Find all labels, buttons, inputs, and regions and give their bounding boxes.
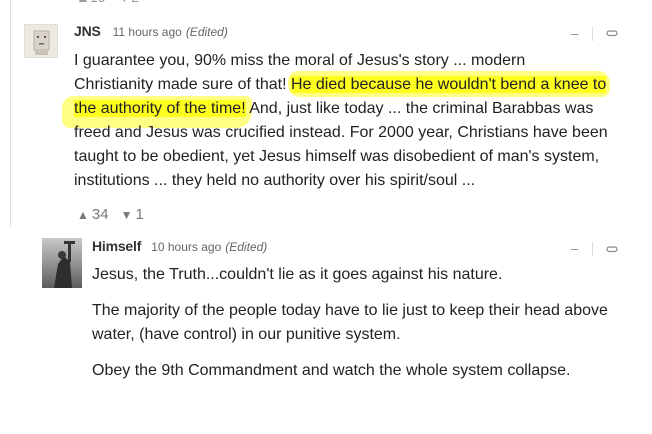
- downvote-count: 1: [135, 206, 144, 223]
- comment-line: taught to be obedient, yet Jesus himself…: [74, 148, 600, 165]
- edited-label: (Edited): [225, 240, 268, 254]
- paragraph: water, (have control) in our punitive sy…: [92, 326, 401, 343]
- comment-line: freed and Jesus was crucified instead. F…: [74, 124, 608, 141]
- upvote-icon[interactable]: ▲: [76, 0, 90, 5]
- paragraph: Jesus, the Truth...couldn't lie as it go…: [92, 266, 503, 283]
- downvote-icon[interactable]: ▼: [117, 0, 131, 5]
- paragraph: The majority of the people today have to…: [92, 302, 608, 319]
- upvote-count: 16: [90, 0, 106, 5]
- paper-bag-icon: [33, 30, 50, 55]
- divider: [592, 27, 593, 41]
- timestamp[interactable]: 10 hours ago: [151, 240, 221, 254]
- upvote-icon[interactable]: ▲: [77, 208, 89, 222]
- vote-row: ▲ 34 ▼ 1: [77, 206, 144, 223]
- comment-header: Himself 10 hours ago (Edited): [92, 238, 267, 258]
- comment-line: the authority of the time! And, just lik…: [74, 100, 594, 117]
- comment-line: I guarantee you, 90% miss the moral of J…: [74, 52, 526, 69]
- downvote-icon[interactable]: ▼: [121, 208, 133, 222]
- highlighted-text: the authority of the time!: [74, 100, 246, 117]
- edited-label: (Edited): [185, 25, 228, 39]
- comment-body: Jesus, the Truth...couldn't lie as it go…: [92, 263, 632, 383]
- paragraph: Obey the 9th Commandment and watch the w…: [92, 362, 571, 379]
- collapse-button[interactable]: –: [571, 26, 578, 41]
- link-icon[interactable]: [606, 26, 618, 38]
- downvote-count: 2: [131, 0, 139, 5]
- upvote-count: 34: [91, 206, 109, 223]
- username[interactable]: JNS: [74, 23, 101, 39]
- comment-line: institutions ... they held no authority …: [74, 172, 476, 189]
- timestamp[interactable]: 11 hours ago: [113, 25, 182, 39]
- avatar[interactable]: [42, 238, 82, 288]
- thread-line: [10, 0, 11, 226]
- username[interactable]: Himself: [92, 238, 141, 254]
- link-icon[interactable]: [606, 242, 618, 254]
- avatar[interactable]: [24, 24, 58, 58]
- collapse-button[interactable]: –: [571, 241, 578, 256]
- comment-line: Christianity made sure of that! He died …: [74, 76, 607, 93]
- statue-icon: [54, 241, 75, 288]
- comment-header: JNS 11 hours ago (Edited): [74, 23, 228, 43]
- previous-vote-row: ▲16 ▼2: [76, 0, 139, 5]
- divider: [592, 242, 593, 256]
- highlighted-text: He died because he wouldn't bend a knee …: [290, 76, 607, 93]
- comment-body: I guarantee you, 90% miss the moral of J…: [74, 49, 634, 193]
